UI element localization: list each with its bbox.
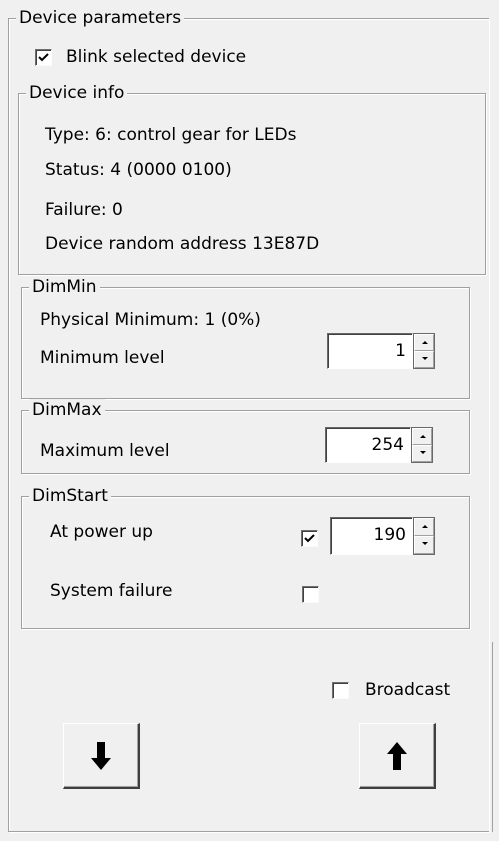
minimum-level-spinner[interactable] [413,333,435,369]
upload-button[interactable] [359,723,436,789]
dimmin-title: DimMin [29,276,100,298]
spinner-up-button[interactable] [414,518,434,536]
system-failure-checkbox[interactable] [302,586,319,603]
maximum-level-label: Maximum level [40,441,170,461]
down-arrow-icon [91,741,111,770]
device-type-text: Type: 6: control gear for LEDs [45,125,297,145]
spinner-down-button[interactable] [414,351,434,368]
at-power-up-checkbox[interactable] [301,530,318,547]
broadcast-checkbox[interactable] [332,682,349,699]
device-random-address-text: Device random address 13E87D [45,234,320,254]
at-power-up-spinner[interactable] [413,517,435,555]
spinner-up-button[interactable] [414,334,434,351]
up-arrow-icon [387,741,407,770]
device-failure-text: Failure: 0 [45,200,123,220]
spinner-down-button[interactable] [412,445,432,462]
dimstart-group: DimStart [21,485,470,629]
chevron-down-icon [422,542,428,545]
at-power-up-input[interactable]: 190 [330,517,413,555]
right-edge-line [492,642,493,832]
at-power-up-label: At power up [50,522,153,542]
system-failure-label: System failure [50,581,173,601]
checkmark-icon [304,534,315,543]
chevron-down-icon [422,357,428,360]
chevron-up-icon [422,341,428,344]
chevron-up-icon [420,435,426,438]
spinner-down-button[interactable] [414,536,434,554]
broadcast-label[interactable]: Broadcast [365,679,450,701]
device-parameters-title: Device parameters [16,7,185,29]
chevron-up-icon [422,525,428,528]
minimum-level-label: Minimum level [40,348,165,368]
device-info-title: Device info [26,82,128,104]
dimstart-title: DimStart [29,485,111,507]
checkmark-icon [38,53,49,62]
device-status-text: Status: 4 (0000 0100) [45,160,232,180]
chevron-down-icon [420,451,426,454]
blink-selected-checkbox[interactable] [35,49,52,66]
spinner-up-button[interactable] [412,428,432,445]
maximum-level-spinner[interactable] [411,427,433,463]
download-button[interactable] [63,723,140,789]
blink-selected-label[interactable]: Blink selected device [66,46,246,68]
maximum-level-input[interactable]: 254 [325,427,411,463]
minimum-level-input[interactable]: 1 [327,333,413,369]
dimmax-title: DimMax [29,399,105,421]
physical-minimum-text: Physical Minimum: 1 (0%) [40,310,261,330]
